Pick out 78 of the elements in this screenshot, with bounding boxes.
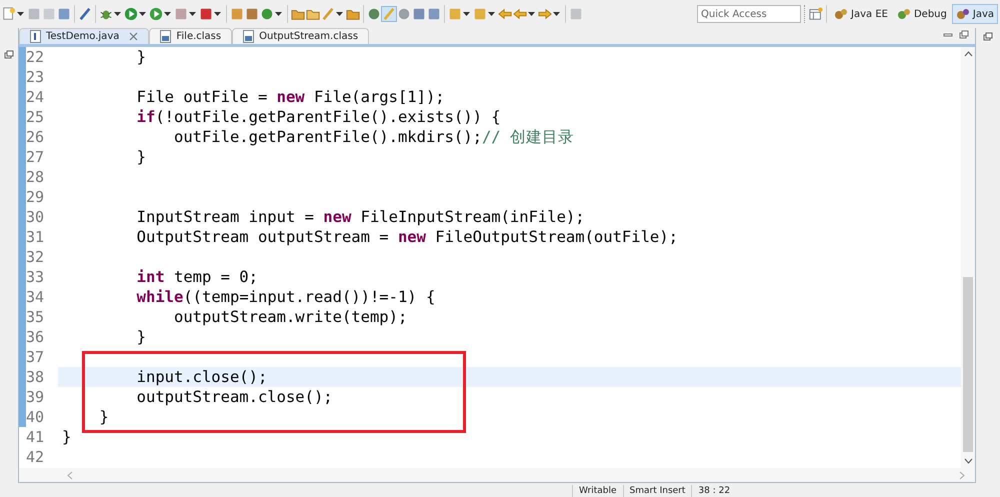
code-line: while((temp=input.read())!=-1) { — [136, 288, 436, 306]
line-number: 40 — [26, 408, 44, 426]
line-number: 25 — [26, 108, 44, 126]
editor-tab[interactable]: OutputStream.class — [232, 28, 370, 44]
line-number: 24 — [26, 88, 44, 106]
line-number: 23 — [26, 68, 44, 86]
caret-icon[interactable] — [488, 12, 495, 16]
code-line: } — [98, 408, 109, 426]
scroll-up-icon[interactable] — [964, 51, 972, 57]
line-number: 34 — [26, 288, 44, 306]
caret-icon[interactable] — [528, 12, 535, 16]
line-number: 38 — [26, 368, 44, 386]
code-line: if(!outFile.getParentFile().exists()) { — [136, 108, 501, 126]
play-icon[interactable] — [124, 7, 138, 21]
code-line: input.close(); — [136, 368, 268, 386]
caret-icon[interactable] — [463, 12, 470, 16]
line-number: 35 — [26, 308, 44, 326]
line-number: 41 — [26, 428, 44, 446]
code-line: } — [136, 328, 146, 346]
editor-tab[interactable]: TestDemo.java — [19, 28, 150, 44]
line-number: 31 — [26, 228, 44, 246]
perspective-button[interactable]: Java — [952, 4, 998, 24]
caret-icon[interactable] — [275, 12, 282, 16]
caret-icon[interactable] — [114, 12, 121, 16]
code-line: } — [136, 48, 146, 66]
status-text: 38 : 22 — [691, 485, 736, 497]
code-line: outputStream.write(temp); — [172, 308, 408, 326]
caret-icon[interactable] — [189, 12, 196, 16]
java-file-icon — [30, 30, 42, 44]
scroll-down-icon[interactable] — [964, 458, 972, 464]
scroll-right-icon[interactable] — [959, 470, 965, 480]
close-icon[interactable] — [129, 32, 138, 41]
perspective-icon — [834, 7, 848, 21]
line-number: 32 — [26, 248, 44, 266]
quick-access-field[interactable]: Quick Access — [697, 5, 802, 23]
code-line: int temp = 0; — [136, 268, 258, 286]
folder-icon[interactable] — [306, 7, 320, 21]
restore-icon[interactable] — [4, 50, 14, 60]
maximize-icon[interactable] — [959, 30, 969, 40]
code-line: File outFile = new File(args[1]); — [136, 88, 445, 106]
line-number: 42 — [26, 448, 44, 466]
folder-icon[interactable] — [346, 7, 360, 21]
code-line: OutputStream outputStream = new FileOutputStream(outFile); — [136, 228, 678, 246]
caret-icon[interactable] — [553, 12, 560, 16]
line-number: 30 — [26, 208, 44, 226]
line-number: 22 — [26, 48, 44, 66]
editor-tab[interactable]: File.class — [149, 28, 232, 44]
caret-icon[interactable] — [164, 12, 171, 16]
line-number: 39 — [26, 388, 44, 406]
perspective-icon — [896, 7, 911, 21]
code-line: outFile.getParentFile().mkdirs();// 创建目录 — [172, 128, 574, 146]
perspective-button[interactable]: Java EE — [830, 4, 892, 24]
code-line: InputStream input = new FileInputStream(inFile); — [136, 208, 585, 226]
status-text: Smart Insert — [622, 485, 692, 497]
class-file-icon — [160, 30, 172, 44]
line-number: 37 — [26, 348, 44, 366]
caret-icon[interactable] — [336, 12, 343, 16]
status-text: Writable — [572, 485, 622, 497]
line-number: 36 — [26, 328, 44, 346]
code-line: outputStream.close(); — [136, 388, 333, 406]
code-line: } — [62, 428, 72, 446]
line-number: 28 — [26, 168, 44, 186]
folder-icon[interactable] — [291, 7, 305, 21]
class-file-icon — [243, 30, 256, 44]
perspective-button[interactable]: Debug — [892, 4, 951, 24]
caret-icon[interactable] — [214, 12, 221, 16]
scrollbar-thumb[interactable] — [963, 277, 973, 452]
line-number: 33 — [26, 268, 44, 286]
caret-icon[interactable] — [17, 12, 24, 16]
restore-icon[interactable] — [983, 32, 993, 42]
line-number: 29 — [26, 188, 44, 206]
caret-icon[interactable] — [139, 12, 146, 16]
code-line: } — [136, 148, 146, 166]
line-number: 27 — [26, 148, 44, 166]
perspective-icon — [956, 7, 970, 21]
line-number: 26 — [26, 128, 44, 146]
open-perspective-icon[interactable] — [809, 7, 824, 21]
scroll-left-icon[interactable] — [67, 470, 73, 480]
